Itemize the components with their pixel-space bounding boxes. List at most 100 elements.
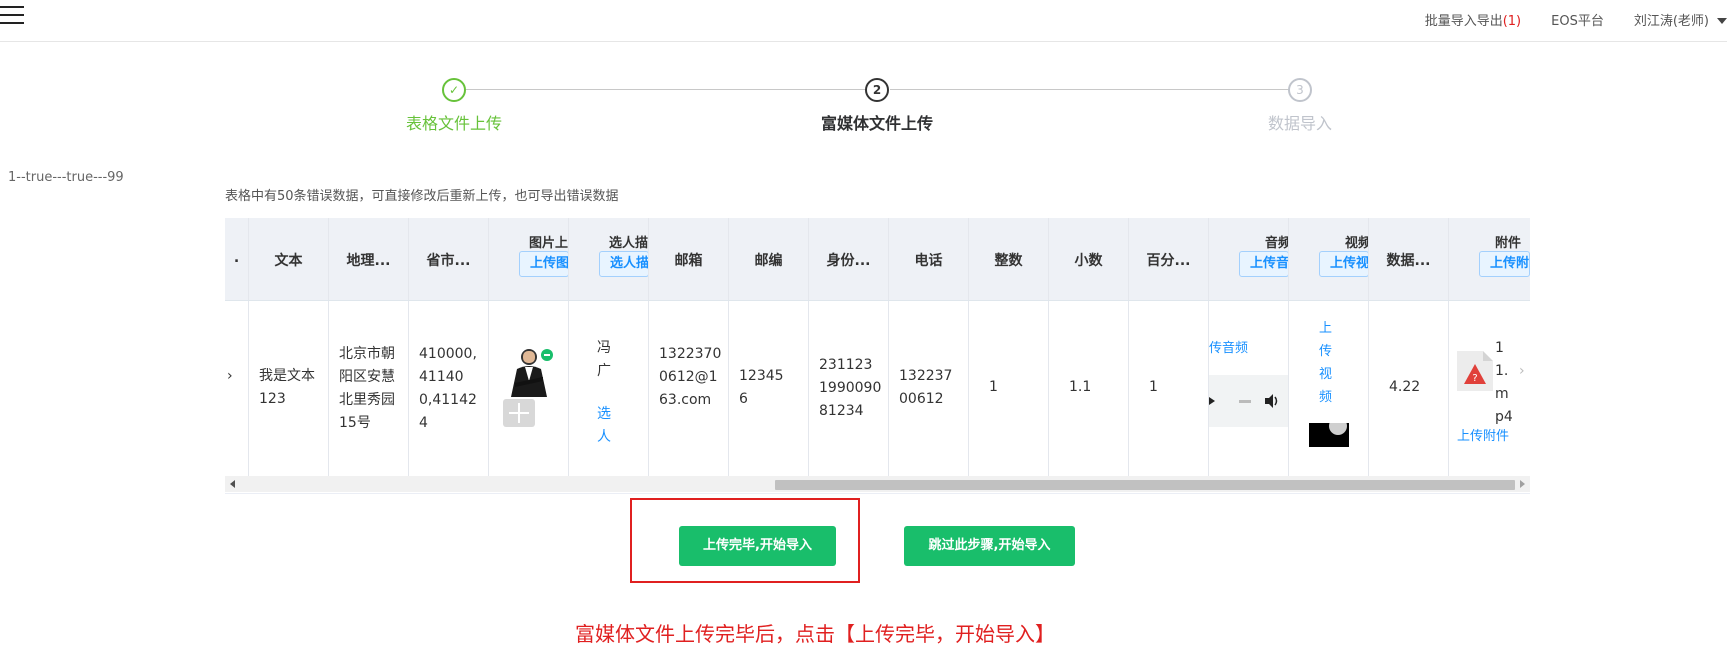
header-audio: 音频: [1265, 236, 1289, 251]
step-1-title: 表格文件上传: [405, 114, 502, 133]
step-2-number: 2: [865, 78, 889, 102]
user-name: 刘江涛(老师): [1633, 13, 1709, 29]
attachment-name: 11.mp4: [1495, 340, 1513, 425]
cell-attach: ? 11.mp4 › 上传附件: [1449, 301, 1530, 476]
scrollbar-thumb[interactable]: [775, 480, 1515, 490]
step-connector: [890, 89, 1290, 90]
col-header-integer: 整数: [969, 218, 1049, 300]
cell-percent: 1: [1129, 301, 1209, 476]
step-2-title: 富媒体文件上传: [820, 114, 933, 133]
cell-province: 410000,41140 0,411424: [409, 301, 489, 476]
cell-pick: 冯广 选人: [569, 301, 649, 476]
upload-video-link[interactable]: 上传视频: [1319, 317, 1335, 409]
upload-audio-link[interactable]: 传音频: [1209, 337, 1248, 360]
cell-province-value: 410000,41140 0,411424: [419, 346, 477, 431]
instruction-tip: 富媒体文件上传完毕后，点击【上传完毕，开始导入】: [575, 622, 1055, 646]
upload-attachment-link[interactable]: 上传附件: [1457, 425, 1509, 448]
cell-text: 我是文本123: [249, 301, 329, 476]
top-nav: 批量导入导出(1) EOS平台 刘江涛(老师): [1395, 8, 1727, 30]
cell-integer: 1: [969, 301, 1049, 476]
col-header-decimal: 小数: [1049, 218, 1129, 300]
cell-image: [489, 301, 569, 476]
col-header-zip: 邮编: [729, 218, 809, 300]
header-geo: 地理...: [346, 253, 391, 269]
audio-progress[interactable]: [1239, 400, 1251, 403]
cell-geo: 北京市朝阳区安慧北里秀园15号: [329, 301, 409, 476]
cell-phone-value: 13223700612: [899, 368, 953, 407]
header-province: 省市...: [426, 253, 471, 269]
cell-idcard: 231123 1990090 81234: [809, 301, 889, 476]
header-idcard: 身份...: [826, 253, 871, 269]
user-menu[interactable]: 刘江涛(老师): [1634, 10, 1727, 29]
add-image-icon[interactable]: [503, 399, 535, 427]
col-header-pick: 选人描 选人描: [569, 218, 649, 300]
scroll-right-icon[interactable]: [1520, 480, 1525, 488]
col-header-email: 邮箱: [649, 218, 729, 300]
cell-geo-value: 北京市朝阳区安慧北里秀园15号: [339, 346, 395, 431]
data-table: . 文本 地理... 省市... 图片上 上传图 选人描 选人描 邮箱 邮编 身…: [225, 218, 1530, 494]
header-email: 邮箱: [674, 253, 703, 269]
cell-zip: 123456: [729, 301, 809, 476]
volume-icon[interactable]: [1263, 393, 1279, 409]
header-decimal: 小数: [1074, 253, 1103, 269]
video-thumbnail[interactable]: [1309, 423, 1349, 447]
eos-link[interactable]: EOS平台: [1551, 10, 1604, 29]
pick-person-button[interactable]: 选人描: [599, 251, 648, 277]
cell-partial: ›: [225, 301, 249, 476]
cell-email-value: 13223700612@163.com: [659, 346, 722, 408]
pick-person-link[interactable]: 选人: [597, 403, 615, 449]
svg-text:?: ?: [1472, 373, 1477, 384]
col-header-geo: 地理...: [329, 218, 409, 300]
audio-player[interactable]: [1209, 375, 1288, 427]
cell-data-value: 4.22: [1389, 379, 1421, 395]
col-header-text: 文本: [249, 218, 329, 300]
header-partial: .: [233, 250, 240, 266]
col-header-percent: 百分...: [1129, 218, 1209, 300]
cell-pick-name: 冯广: [597, 340, 611, 379]
upload-audio-button[interactable]: 上传音: [1239, 251, 1288, 277]
import-export-link[interactable]: 批量导入导出(1): [1425, 10, 1521, 29]
file-error-icon[interactable]: ?: [1457, 351, 1493, 391]
upload-video-button[interactable]: 上传视: [1319, 251, 1368, 277]
import-export-count: (1): [1502, 13, 1522, 29]
top-bar: 批量导入导出(1) EOS平台 刘江涛(老师): [0, 0, 1727, 42]
col-header-partial: .: [225, 218, 249, 300]
col-header-attach: 附件 上传附: [1449, 218, 1530, 300]
upload-image-button[interactable]: 上传图: [519, 251, 568, 277]
upload-done-import-button[interactable]: 上传完毕,开始导入: [679, 526, 836, 566]
error-notice: 表格中有50条错误数据，可直接修改后重新上传，也可导出错误数据: [225, 189, 619, 204]
cell-data: 4.22: [1369, 301, 1449, 476]
menu-icon[interactable]: [0, 4, 26, 28]
header-video: 视频: [1345, 236, 1369, 251]
cell-zip-value: 123456: [739, 368, 784, 407]
remove-image-icon[interactable]: [541, 349, 553, 361]
chevron-right-icon[interactable]: ›: [1519, 363, 1525, 379]
horizontal-scrollbar[interactable]: [225, 476, 1530, 492]
scroll-left-icon[interactable]: [230, 480, 235, 488]
col-header-phone: 电话: [889, 218, 969, 300]
col-header-idcard: 身份...: [809, 218, 889, 300]
step-1-check-icon: ✓: [442, 78, 466, 102]
steps: ✓ 2 3 表格文件上传 富媒体文件上传 数据导入: [0, 72, 1727, 142]
cell-decimal: 1.1: [1049, 301, 1129, 476]
upload-attachment-button[interactable]: 上传附: [1479, 251, 1530, 277]
cell-text-value: 我是文本123: [259, 368, 315, 407]
col-header-audio: 音频 上传音: [1209, 218, 1289, 300]
header-phone: 电话: [914, 253, 943, 269]
cell-decimal-value: 1.1: [1069, 379, 1092, 395]
step-3-title: 数据导入: [1267, 114, 1332, 133]
import-export-label: 批量导入导出: [1424, 13, 1503, 29]
cell-percent-value: 1: [1149, 379, 1158, 395]
col-header-data: 数据...: [1369, 218, 1449, 300]
header-zip: 邮编: [754, 253, 783, 269]
debug-text: 1--true---true---99: [8, 170, 124, 185]
skip-import-button[interactable]: 跳过此步骤,开始导入: [904, 526, 1075, 566]
play-icon[interactable]: [1209, 395, 1217, 407]
step-3-number: 3: [1288, 78, 1312, 102]
cell-phone: 13223700612: [889, 301, 969, 476]
cell-idcard-value: 231123 1990090 81234: [819, 357, 882, 419]
table-header: . 文本 地理... 省市... 图片上 上传图 选人描 选人描 邮箱 邮编 身…: [225, 218, 1530, 300]
cell-integer-value: 1: [989, 379, 998, 395]
col-header-province: 省市...: [409, 218, 489, 300]
cell-video: 上传视频: [1289, 301, 1369, 476]
